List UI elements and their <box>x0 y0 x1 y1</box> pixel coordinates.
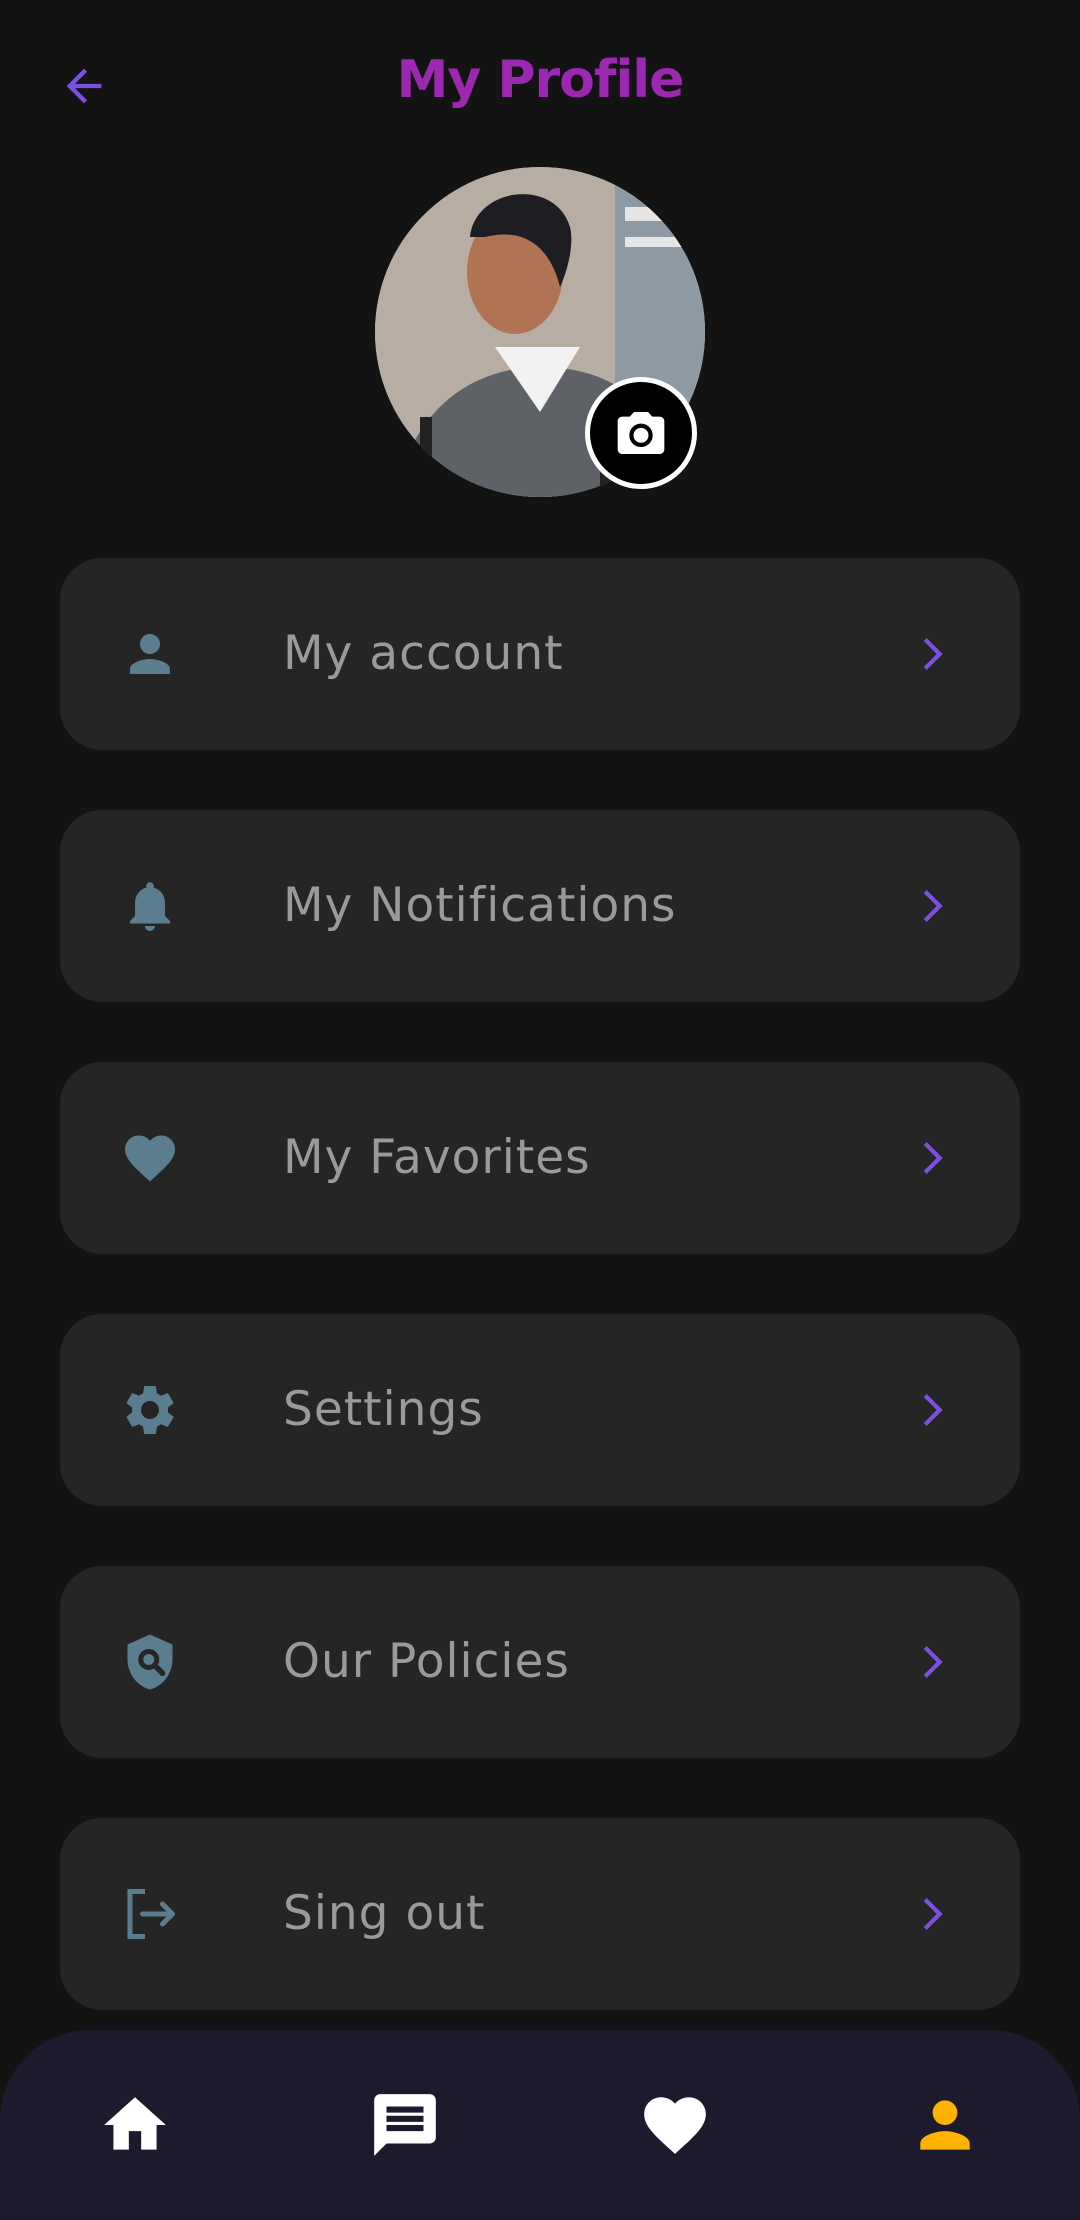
chevron-right-icon <box>908 1888 960 1940</box>
menu-item-settings[interactable]: Settings <box>60 1314 1020 1506</box>
heart-icon <box>644 2097 706 2154</box>
menu-item-my-account[interactable]: My account <box>60 558 1020 750</box>
chevron-right-icon <box>908 1636 960 1688</box>
bell-icon <box>120 876 180 936</box>
camera-icon <box>617 412 665 454</box>
menu-item-label: My Favorites <box>283 1130 591 1185</box>
gear-icon <box>120 1380 180 1440</box>
nav-profile-button[interactable] <box>905 2085 985 2165</box>
shield-search-icon <box>120 1632 180 1692</box>
app-bar: My Profile <box>0 0 1080 170</box>
profile-avatar-container <box>375 167 705 497</box>
person-icon <box>920 2100 970 2150</box>
menu-item-sign-out[interactable]: Sing out <box>60 1818 1020 2010</box>
logout-icon <box>120 1884 180 1944</box>
menu-item-label: My Notifications <box>283 878 677 933</box>
menu-item-my-notifications[interactable]: My Notifications <box>60 810 1020 1002</box>
menu-item-label: Settings <box>283 1382 484 1437</box>
menu-item-label: Our Policies <box>283 1634 570 1689</box>
menu-item-label: Sing out <box>283 1886 486 1941</box>
chevron-right-icon <box>908 1132 960 1184</box>
nav-home-button[interactable] <box>95 2085 175 2165</box>
chevron-right-icon <box>908 628 960 680</box>
menu-item-our-policies[interactable]: Our Policies <box>60 1566 1020 1758</box>
menu-item-label: My account <box>283 626 564 681</box>
menu-item-my-favorites[interactable]: My Favorites <box>60 1062 1020 1254</box>
chevron-right-icon <box>908 880 960 932</box>
chat-icon <box>374 2094 436 2156</box>
person-icon <box>120 624 180 684</box>
change-photo-button[interactable] <box>585 377 697 489</box>
home-icon <box>104 2097 166 2150</box>
bottom-navigation-bar <box>0 2030 1080 2220</box>
nav-chat-button[interactable] <box>365 2085 445 2165</box>
heart-icon <box>120 1128 180 1188</box>
chevron-right-icon <box>908 1384 960 1436</box>
page-title: My Profile <box>396 50 685 110</box>
nav-favorites-button[interactable] <box>635 2085 715 2165</box>
